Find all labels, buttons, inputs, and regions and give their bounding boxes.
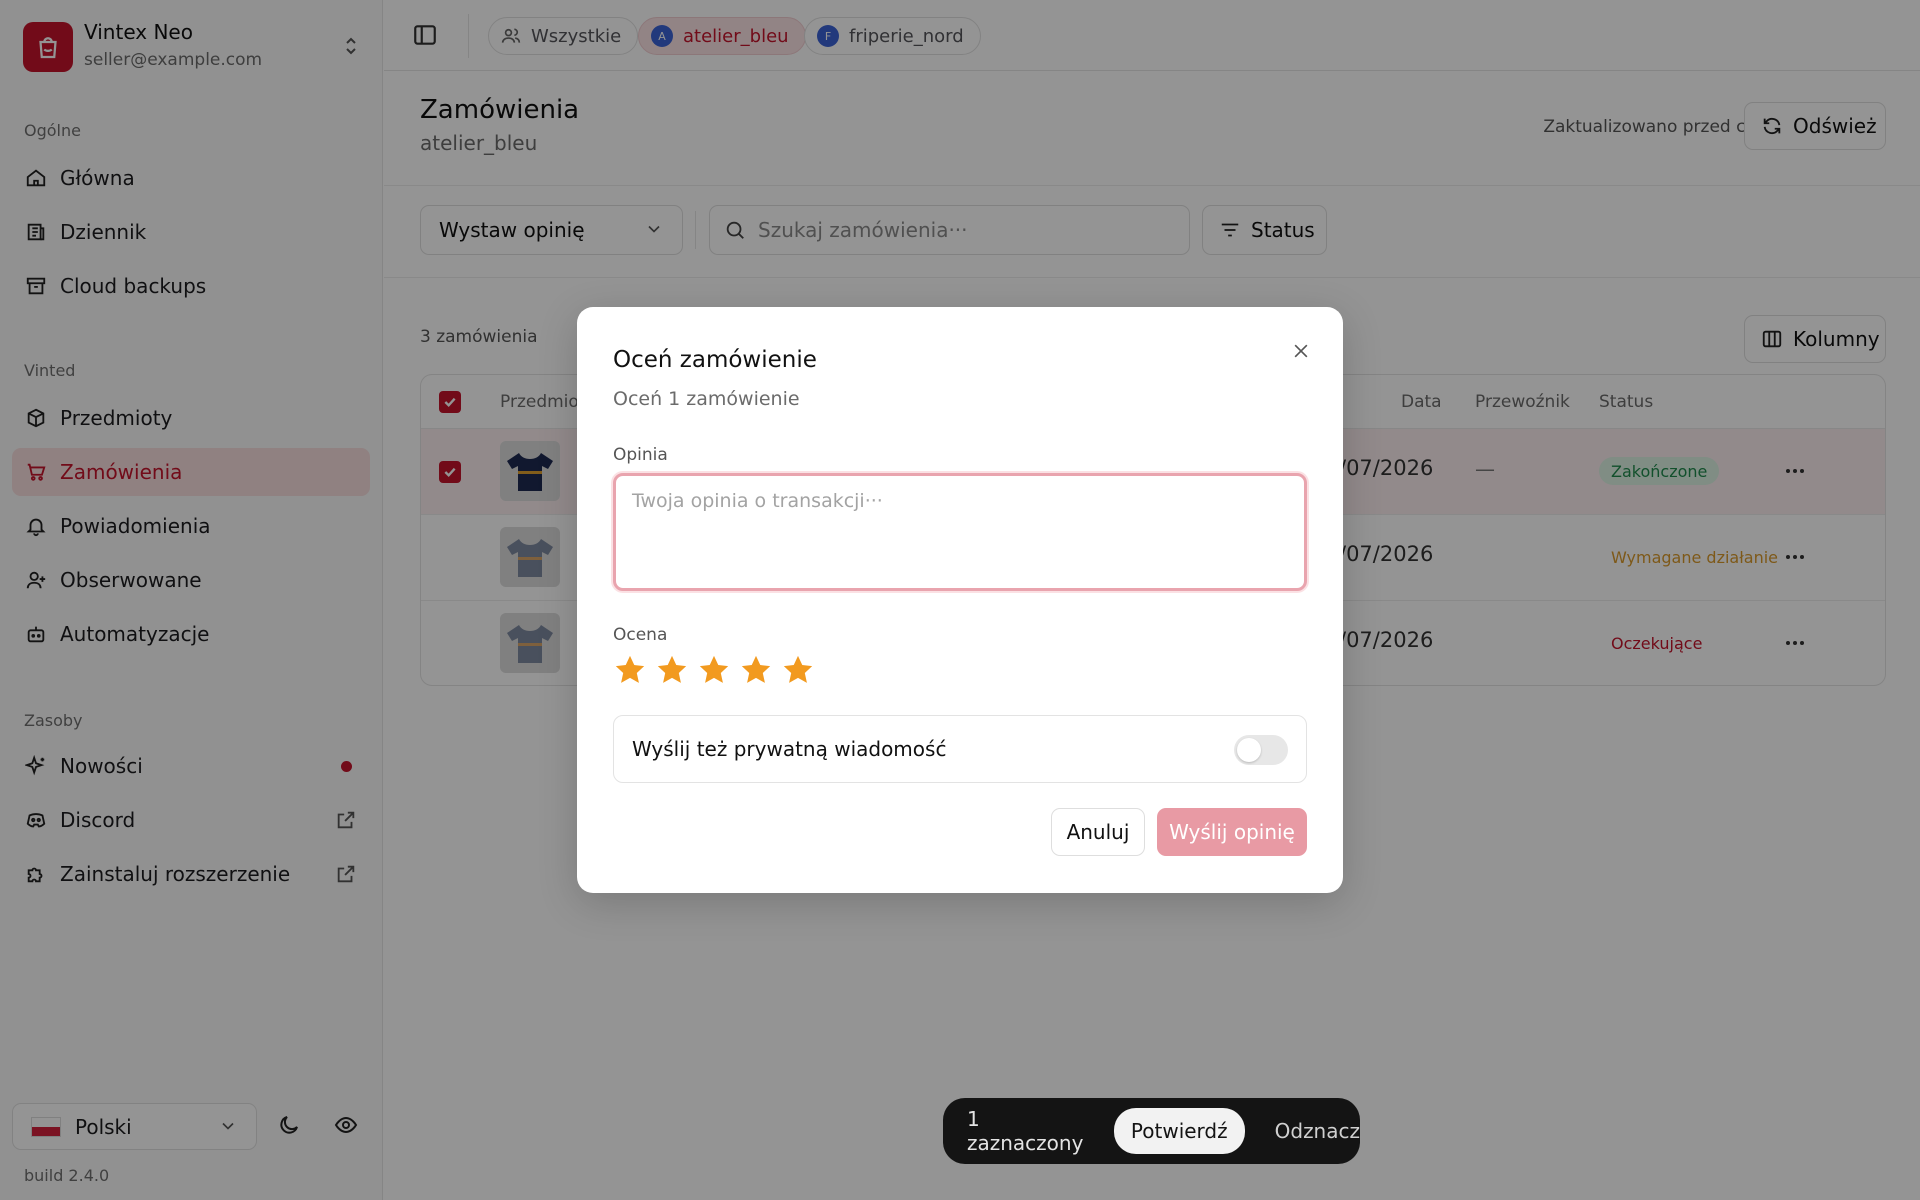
cancel-button[interactable]: Anuluj	[1051, 808, 1145, 856]
star-3-icon[interactable]	[697, 653, 731, 687]
submit-opinion-button[interactable]: Wyślij opinię	[1157, 808, 1307, 856]
confirm-button[interactable]: Potwierdź	[1113, 1108, 1245, 1154]
switch-knob	[1237, 738, 1261, 762]
close-icon[interactable]	[1287, 337, 1315, 365]
star-rating	[613, 653, 815, 687]
star-2-icon[interactable]	[655, 653, 689, 687]
private-message-label: Wyślij też prywatną wiadomość	[632, 737, 947, 761]
selection-bar: 1 zaznaczony Potwierdź Odznacz	[943, 1098, 1360, 1164]
star-5-icon[interactable]	[781, 653, 815, 687]
opinion-label: Opinia	[613, 445, 668, 465]
dialog-subtitle: Oceń 1 zamówienie	[613, 388, 800, 410]
deselect-button[interactable]: Odznacz	[1275, 1119, 1360, 1143]
dialog-title: Oceń zamówienie	[613, 347, 817, 373]
star-1-icon[interactable]	[613, 653, 647, 687]
rate-order-dialog: Oceń zamówienie Oceń 1 zamówienie Opinia…	[577, 307, 1343, 893]
selection-count: 1 zaznaczony	[967, 1107, 1084, 1155]
rating-label: Ocena	[613, 625, 668, 645]
star-4-icon[interactable]	[739, 653, 773, 687]
opinion-textarea[interactable]	[613, 473, 1307, 591]
private-message-row: Wyślij też prywatną wiadomość	[613, 715, 1307, 783]
private-message-switch[interactable]	[1234, 735, 1288, 765]
